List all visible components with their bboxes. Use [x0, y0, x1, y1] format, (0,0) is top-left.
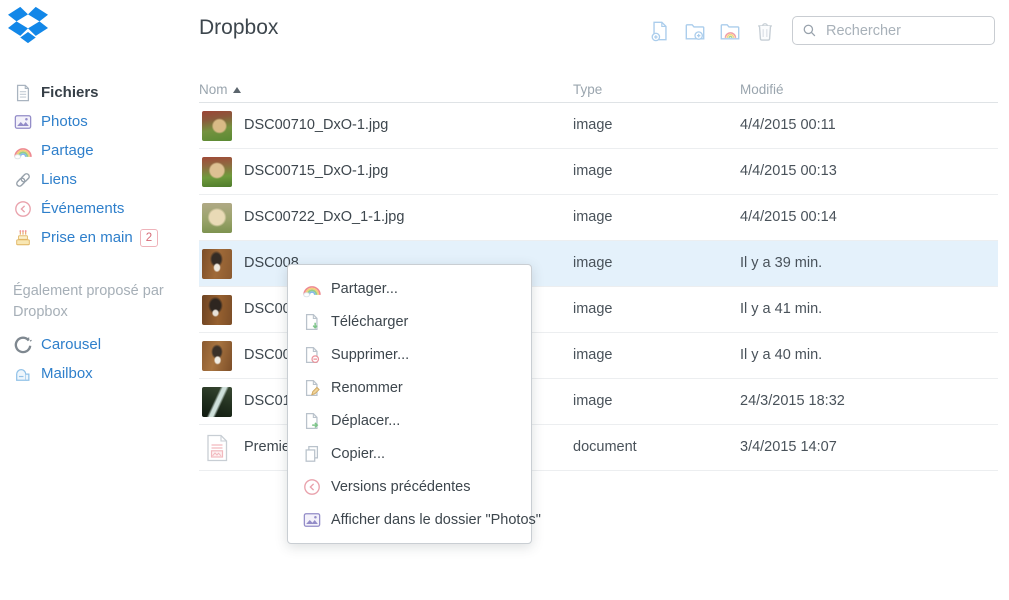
- file-thumbnail: [202, 387, 232, 417]
- table-row[interactable]: DSC00715_DxO-1.jpg image 4/4/2015 00:13: [199, 149, 998, 195]
- download-icon: [303, 313, 321, 331]
- file-modified: 3/4/2015 14:07: [740, 439, 837, 455]
- menu-item-label: Afficher dans le dossier "Photos": [331, 512, 541, 528]
- sidebar-item-label: Prise en main: [41, 229, 133, 246]
- sidebar-item-label: Événements: [41, 200, 124, 217]
- sidebar-item-label: Mailbox: [41, 365, 93, 382]
- menu-item-afficher-dossier-photos[interactable]: Afficher dans le dossier "Photos": [288, 503, 531, 536]
- file-modified: 4/4/2015 00:13: [740, 163, 837, 179]
- carousel-icon: [14, 336, 32, 354]
- sidebar-item-carousel[interactable]: Carousel: [0, 330, 199, 359]
- file-thumbnail: [202, 295, 232, 325]
- file-type: image: [573, 209, 613, 225]
- file-thumbnail: [202, 157, 232, 187]
- clock-icon: [303, 478, 321, 496]
- menu-item-telecharger[interactable]: Télécharger: [288, 305, 531, 338]
- sidebar-item-fichiers[interactable]: Fichiers: [0, 78, 199, 107]
- delete-button[interactable]: [754, 20, 776, 42]
- column-header-modified[interactable]: Modifié: [740, 82, 784, 97]
- menu-item-partager[interactable]: Partager...: [288, 272, 531, 305]
- sidebar-promo: Carousel Mailbox: [0, 330, 199, 388]
- file-thumbnail: [202, 203, 232, 233]
- document-thumbnail-icon: [202, 433, 232, 463]
- new-folder-button[interactable]: [684, 20, 706, 42]
- file-type: document: [573, 439, 637, 455]
- cake-icon: [14, 229, 32, 247]
- file-thumbnail: [202, 249, 232, 279]
- toolbar: [649, 20, 789, 42]
- search-input[interactable]: [824, 22, 985, 40]
- copy-icon: [303, 445, 321, 463]
- menu-item-label: Versions précédentes: [331, 479, 470, 495]
- dropbox-logo-icon[interactable]: [8, 6, 48, 44]
- file-modified: Il y a 39 min.: [740, 255, 822, 271]
- file-name: DSC00710_DxO-1.jpg: [244, 117, 388, 133]
- sidebar-item-prise-en-main[interactable]: Prise en main 2: [0, 223, 199, 252]
- sort-asc-icon: [233, 87, 241, 93]
- file-type: image: [573, 255, 613, 271]
- notification-badge: 2: [140, 229, 158, 247]
- rename-icon: [303, 379, 321, 397]
- menu-item-copier[interactable]: Copier...: [288, 437, 531, 470]
- file-name: DSC00715_DxO-1.jpg: [244, 163, 388, 179]
- rainbow-icon: [303, 280, 321, 298]
- search-icon: [802, 23, 817, 38]
- rainbow-icon: [14, 142, 32, 160]
- menu-item-renommer[interactable]: Renommer: [288, 371, 531, 404]
- upload-file-button[interactable]: [649, 20, 671, 42]
- clock-icon: [14, 200, 32, 218]
- file-name: DSC00722_DxO_1-1.jpg: [244, 209, 404, 225]
- page-title: Dropbox: [199, 16, 278, 40]
- menu-item-supprimer[interactable]: Supprimer...: [288, 338, 531, 371]
- file-modified: 4/4/2015 00:14: [740, 209, 837, 225]
- file-modified: Il y a 40 min.: [740, 347, 822, 363]
- sidebar-item-mailbox[interactable]: Mailbox: [0, 359, 199, 388]
- menu-item-label: Renommer: [331, 380, 403, 396]
- sidebar-item-label: Carousel: [41, 336, 101, 353]
- menu-item-versions-precedentes[interactable]: Versions précédentes: [288, 470, 531, 503]
- sidebar-item-label: Partage: [41, 142, 94, 159]
- file-thumbnail: [202, 111, 232, 141]
- menu-item-label: Partager...: [331, 281, 398, 297]
- sidebar: Fichiers Photos Partage Liens Événements: [0, 0, 199, 600]
- sidebar-item-partage[interactable]: Partage: [0, 136, 199, 165]
- sidebar-item-label: Liens: [41, 171, 77, 188]
- table-row[interactable]: DSC00710_DxO-1.jpg image 4/4/2015 00:11: [199, 103, 998, 149]
- file-modified: 4/4/2015 00:11: [740, 117, 836, 133]
- table-row[interactable]: DSC00722_DxO_1-1.jpg image 4/4/2015 00:1…: [199, 195, 998, 241]
- sidebar-item-evenements[interactable]: Événements: [0, 194, 199, 223]
- column-header-name[interactable]: Nom: [199, 82, 241, 97]
- menu-item-label: Copier...: [331, 446, 385, 462]
- menu-item-deplacer[interactable]: Déplacer...: [288, 404, 531, 437]
- menu-item-label: Déplacer...: [331, 413, 400, 429]
- sidebar-nav: Fichiers Photos Partage Liens Événements: [0, 78, 199, 252]
- sidebar-item-liens[interactable]: Liens: [0, 165, 199, 194]
- photos-icon: [303, 511, 321, 529]
- context-menu: Partager... Télécharger Supprimer... Ren…: [287, 264, 532, 544]
- file-modified: 24/3/2015 18:32: [740, 393, 845, 409]
- file-type: image: [573, 163, 613, 179]
- file-thumbnail: [202, 341, 232, 371]
- column-header-type[interactable]: Type: [573, 82, 602, 97]
- file-type: image: [573, 347, 613, 363]
- file-type: image: [573, 117, 613, 133]
- file-icon: [14, 84, 32, 102]
- sidebar-item-label: Fichiers: [41, 84, 99, 101]
- link-icon: [14, 171, 32, 189]
- file-type: image: [573, 393, 613, 409]
- file-thumbnail: [202, 433, 232, 463]
- photos-icon: [14, 113, 32, 131]
- mailbox-icon: [14, 365, 32, 383]
- file-type: image: [573, 301, 613, 317]
- menu-item-label: Télécharger: [331, 314, 408, 330]
- delete-doc-icon: [303, 346, 321, 364]
- search-box: [792, 16, 995, 45]
- sidebar-item-photos[interactable]: Photos: [0, 107, 199, 136]
- move-icon: [303, 412, 321, 430]
- menu-item-label: Supprimer...: [331, 347, 409, 363]
- sidebar-item-label: Photos: [41, 113, 88, 130]
- share-folder-button[interactable]: [719, 20, 741, 42]
- promo-section-header: Également proposé par Dropbox: [13, 281, 178, 323]
- file-modified: Il y a 41 min.: [740, 301, 822, 317]
